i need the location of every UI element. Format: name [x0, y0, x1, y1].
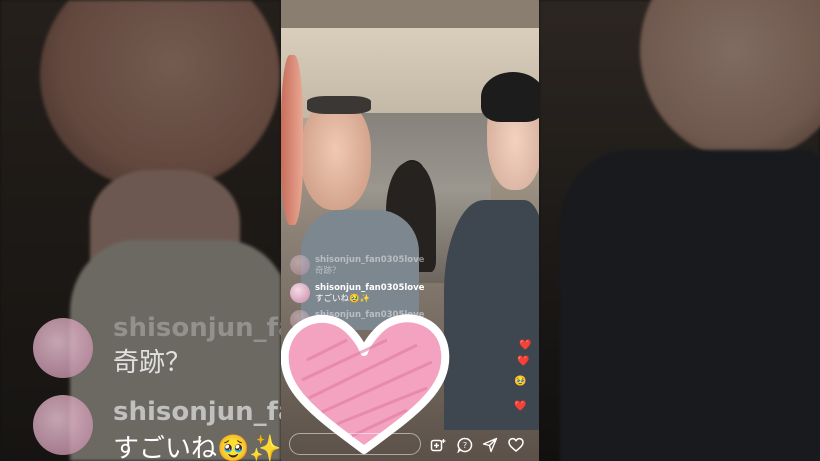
comment-input[interactable]	[289, 433, 421, 455]
send-icon[interactable]	[482, 437, 498, 453]
person-right-hair	[481, 72, 539, 122]
comment-username: shisonjun_fan0305love	[315, 255, 425, 265]
reaction-emoji: 🥹	[514, 376, 527, 387]
heart-icon[interactable]	[508, 437, 524, 453]
comment-username: shisonjun_fan0305love	[315, 283, 425, 293]
person-right-body	[444, 200, 539, 430]
reaction-emoji: ❤️	[517, 356, 530, 367]
blurred-background-left	[0, 0, 281, 461]
person-left-hand	[281, 55, 303, 225]
avatar	[290, 255, 310, 275]
reaction-emoji: ❤️	[519, 340, 532, 351]
background-jacket	[560, 150, 820, 461]
video-frame: shisonjun_fan 奇跡？ shisonjun_fan すごいね🥹✨ s…	[0, 0, 820, 461]
background-comment-text: 奇跡？	[113, 348, 192, 378]
svg-text:?: ?	[463, 441, 467, 450]
background-avatar	[33, 318, 93, 378]
reaction-emoji: ❤️	[514, 401, 527, 412]
add-media-icon[interactable]	[430, 437, 446, 453]
background-avatar	[33, 395, 93, 455]
live-toolbar: ?	[281, 429, 539, 461]
comment-text: 奇跡？	[315, 266, 341, 276]
ceiling	[281, 0, 539, 30]
live-video: shisonjun_fan0305love 奇跡？ shisonjun_fan0…	[281, 0, 539, 461]
background-face	[40, 0, 280, 190]
background-comment-text: すごいね🥹✨	[113, 434, 282, 461]
live-comment: shisonjun_fan0305love 奇跡？	[290, 255, 424, 277]
question-icon[interactable]: ?	[457, 437, 473, 453]
person-left-headband	[307, 96, 371, 114]
person-left-face	[301, 100, 371, 210]
